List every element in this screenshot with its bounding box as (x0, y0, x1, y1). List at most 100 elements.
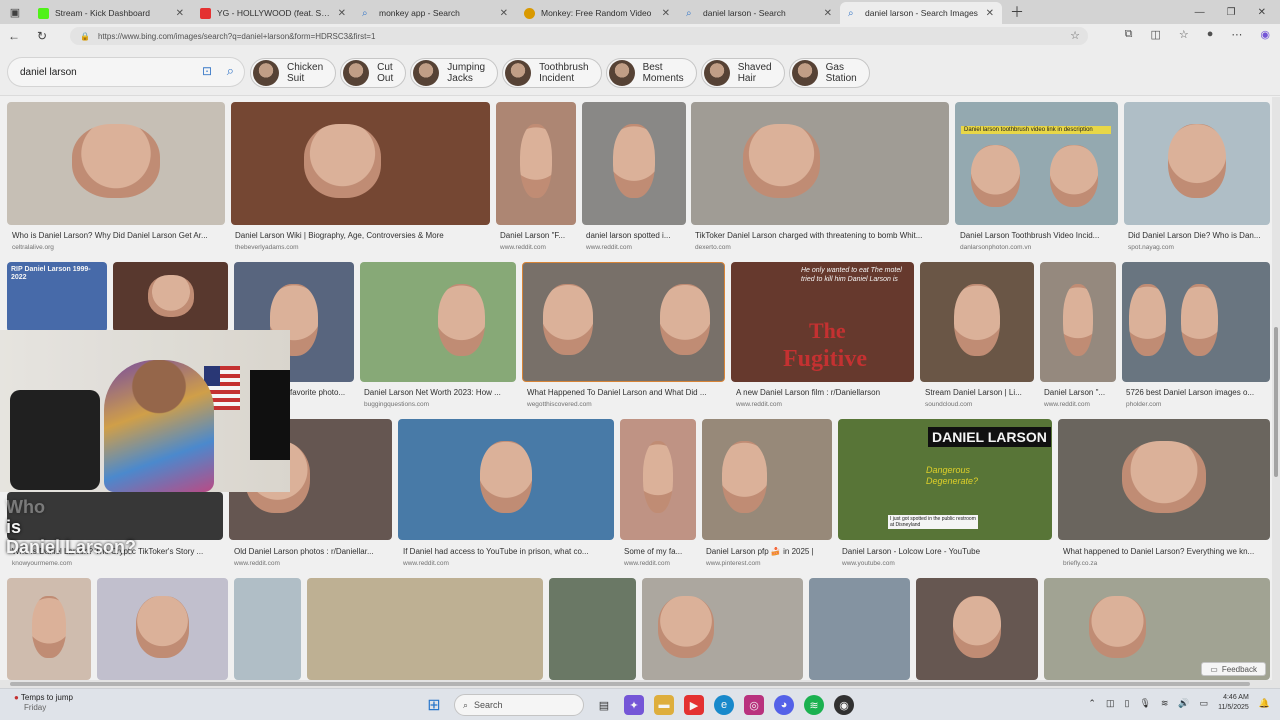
close-icon[interactable]: ✕ (662, 8, 670, 19)
chip-best-moments[interactable]: Best Moments (605, 58, 697, 88)
image-result[interactable] (582, 102, 686, 225)
chip-chicken-suit[interactable]: Chicken Suit (250, 58, 337, 88)
weather-widget[interactable]: ● Temps to jump Friday (14, 693, 73, 713)
image-caption[interactable]: Daniel Larson Wiki | Biography, Age, Con… (235, 231, 490, 240)
image-result[interactable] (702, 419, 832, 540)
image-result[interactable] (916, 578, 1038, 680)
tab-daniel-images[interactable]: ⌕ daniel larson - Search Images ✕ (840, 2, 1002, 24)
new-tab-button[interactable]: ＋ (1010, 2, 1024, 22)
tab-monkey-app[interactable]: Monkey: Free Random Video ✕ (516, 2, 678, 24)
profile-icon[interactable]: ● (1207, 28, 1214, 41)
close-icon[interactable]: ✕ (824, 8, 832, 19)
more-icon[interactable]: ⋯ (1231, 28, 1242, 41)
microphone-icon[interactable]: 🎙 (1139, 698, 1150, 709)
horizontal-scrollbar[interactable] (0, 680, 1280, 688)
chip-shaved-hair[interactable]: Shaved Hair (700, 58, 785, 88)
chip-toothbrush-incident[interactable]: Toothbrush Incident (502, 58, 602, 88)
copilot-icon[interactable]: ✦ (624, 695, 644, 715)
image-result[interactable] (1124, 102, 1270, 225)
image-result[interactable] (691, 102, 949, 225)
close-icon[interactable]: ✕ (176, 8, 184, 19)
image-caption[interactable]: What Happened To Daniel Larson and What … (527, 388, 725, 397)
image-caption[interactable]: Daniel Larson Toothbrush Video Incid... (960, 231, 1120, 240)
close-icon[interactable]: ✕ (338, 8, 346, 19)
image-result[interactable] (496, 102, 576, 225)
image-caption[interactable]: A new Daniel Larson film : r/Daniellarso… (736, 388, 914, 397)
edge-icon[interactable]: e (714, 695, 734, 715)
favorite-star-icon[interactable]: ☆ (1070, 29, 1080, 42)
image-result[interactable] (549, 578, 636, 680)
image-caption[interactable]: daniel larson spotted i... (586, 231, 686, 240)
image-result[interactable] (920, 262, 1034, 382)
back-icon[interactable]: ← (0, 29, 28, 43)
image-result[interactable] (7, 578, 91, 680)
image-caption[interactable]: Stream Daniel Larson | Li... (925, 388, 1033, 397)
split-screen-icon[interactable]: ◫ (1150, 28, 1160, 41)
image-result[interactable] (398, 419, 614, 540)
image-caption[interactable]: TikToker Daniel Larson charged with thre… (695, 231, 945, 240)
image-result[interactable] (231, 102, 490, 225)
tab-daniel-search[interactable]: ⌕ daniel larson - Search ✕ (678, 2, 840, 24)
close-icon[interactable]: ✕ (500, 8, 508, 19)
chip-cut-out[interactable]: Cut Out (340, 58, 407, 88)
image-result[interactable]: He only wanted to eat The motel tried to… (731, 262, 914, 382)
obs-icon[interactable]: ◉ (834, 695, 854, 715)
image-result[interactable] (522, 262, 725, 382)
file-explorer-icon[interactable]: ▬ (654, 695, 674, 715)
image-result[interactable]: RIP Daniel Larson 1999-2022 (7, 262, 107, 332)
chip-jumping-jacks[interactable]: Jumping Jacks (410, 58, 499, 88)
favorites-icon[interactable]: ☆ (1179, 28, 1189, 41)
chip-gas-station[interactable]: Gas Station (788, 58, 870, 88)
search-input[interactable]: daniel larson ⊡ ⌕ (8, 58, 244, 86)
refresh-icon[interactable]: ↻ (28, 29, 56, 43)
chevron-up-icon[interactable]: ⌃ (1088, 698, 1096, 709)
vertical-scrollbar[interactable] (1272, 97, 1280, 680)
copilot-icon[interactable]: ◉ (1260, 28, 1270, 41)
tab-kick[interactable]: Stream - Kick Dashboard ✕ (30, 2, 192, 24)
volume-icon[interactable]: 🔊 (1178, 698, 1189, 709)
image-caption[interactable]: Some of my fa... (624, 547, 696, 556)
scrollbar-thumb[interactable] (10, 682, 1250, 686)
image-result[interactable] (307, 578, 543, 680)
image-caption[interactable]: If Daniel had access to YouTube in priso… (403, 547, 613, 556)
task-view-icon[interactable]: ▤ (594, 695, 614, 715)
taskbar-search[interactable]: ⌕ Search (454, 694, 584, 716)
image-result[interactable] (1058, 419, 1270, 540)
image-caption[interactable]: Who is Daniel Larson? Why Did Daniel Lar… (12, 231, 222, 240)
search-icon[interactable]: ⌕ (227, 63, 234, 79)
clock[interactable]: 4:46 AM 11/5/2025 (1218, 693, 1249, 713)
discord-icon[interactable]: ◕ (774, 695, 794, 715)
image-caption[interactable]: Daniel Larson "... (1044, 388, 1116, 397)
visual-search-icon[interactable]: ⊡ (202, 64, 212, 78)
address-bar[interactable]: 🔒 https://www.bing.com/images/search?q=d… (70, 27, 1088, 45)
extensions-icon[interactable]: ⧉ (1125, 28, 1133, 41)
close-window-icon[interactable]: ✕ (1258, 7, 1266, 18)
scrollbar-thumb[interactable] (1274, 327, 1278, 477)
image-caption[interactable]: favorite photo... (290, 388, 354, 397)
image-result[interactable] (113, 262, 228, 332)
close-icon[interactable]: ✕ (986, 8, 994, 19)
image-result[interactable] (809, 578, 910, 680)
image-caption[interactable]: Old Daniel Larson photos : r/Daniellar..… (234, 547, 392, 556)
minimize-icon[interactable]: — (1195, 7, 1205, 18)
battery-icon[interactable]: ▭ (1200, 698, 1209, 709)
image-result[interactable] (97, 578, 228, 680)
image-caption[interactable]: Daniel Larson "F... (500, 231, 578, 240)
image-result[interactable]: Daniel larson toothbrush video link in d… (955, 102, 1118, 225)
image-result[interactable] (7, 102, 225, 225)
image-caption[interactable]: Daniel Larson Net Worth 2023: How ... (364, 388, 514, 397)
feedback-button[interactable]: ▭ Feedback (1201, 662, 1266, 676)
image-result[interactable] (1040, 262, 1116, 382)
image-result[interactable] (620, 419, 696, 540)
image-caption[interactable]: Daniel Larson - Lolcow Lore - YouTube (842, 547, 1052, 556)
image-caption[interactable]: 5726 best Daniel Larson images o... (1126, 388, 1270, 397)
image-result[interactable] (234, 578, 301, 680)
image-result[interactable]: DANIEL LARSON Dangerous Degenerate? I ju… (838, 419, 1052, 540)
spotify-icon[interactable]: ≋ (804, 695, 824, 715)
wifi-icon[interactable]: ≋ (1161, 698, 1169, 709)
youtube-icon[interactable]: ▶ (684, 695, 704, 715)
notification-icon[interactable]: 🔔 (1259, 698, 1270, 709)
image-result[interactable] (360, 262, 516, 382)
image-caption[interactable]: What happened to Daniel Larson? Everythi… (1063, 547, 1270, 556)
image-caption[interactable]: Daniel Larson pfp 🍰 in 2025 | (706, 547, 832, 556)
